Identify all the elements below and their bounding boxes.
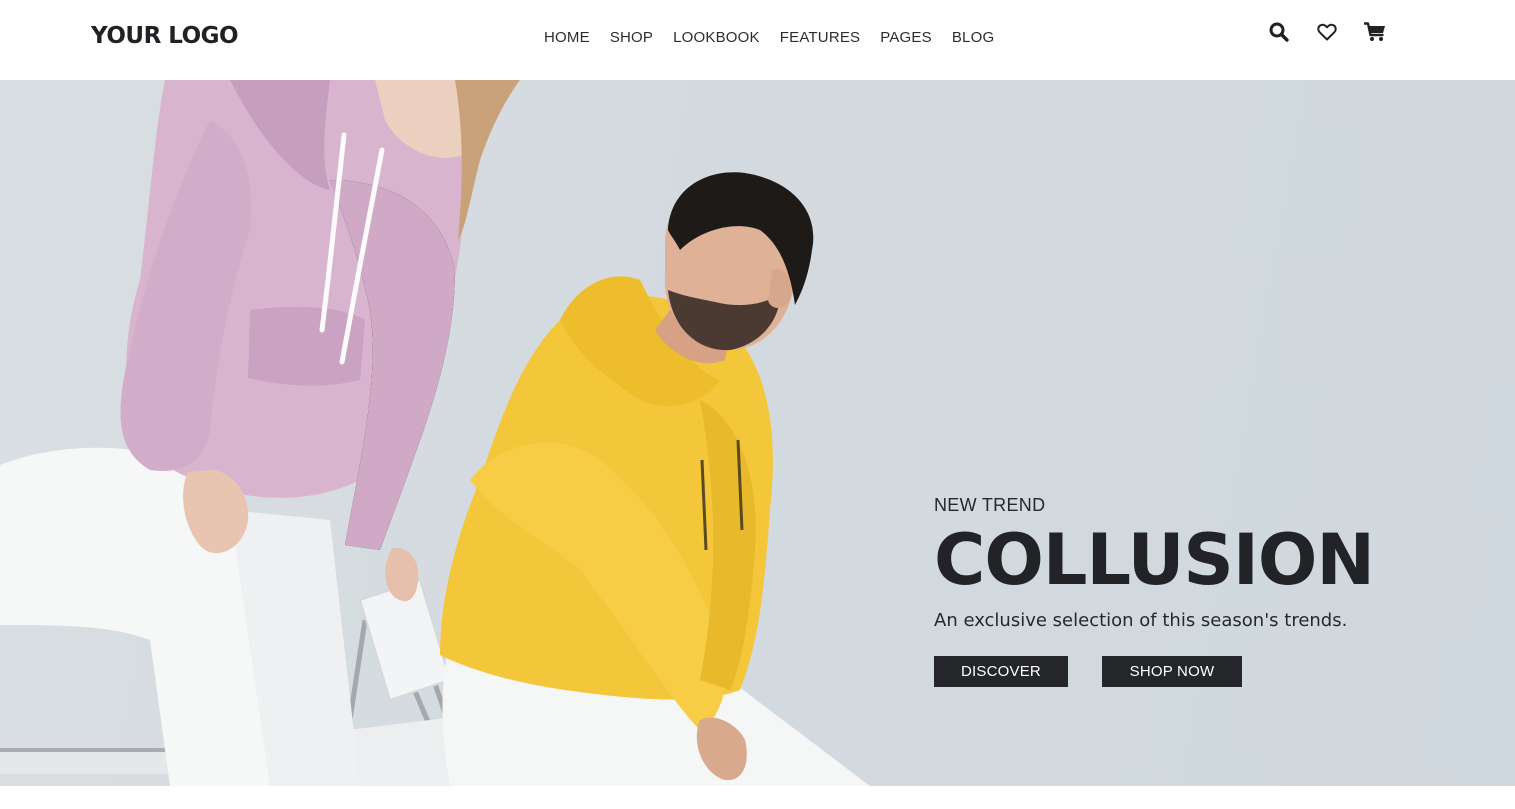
hero-copy: NEW TREND COLLUSION An exclusive selecti… — [934, 495, 1375, 687]
nav-features[interactable]: FEATURES — [780, 29, 861, 46]
hero-kicker: NEW TREND — [934, 495, 1046, 515]
shop-now-button[interactable]: SHOP NOW — [1102, 656, 1242, 687]
search-icon[interactable] — [1268, 21, 1290, 43]
hero-subline: An exclusive selection of this season's … — [934, 610, 1348, 631]
heart-icon[interactable] — [1316, 21, 1338, 43]
nav-blog[interactable]: BLOG — [952, 29, 994, 46]
hero-photo — [0, 80, 870, 786]
nav-lookbook[interactable]: LOOKBOOK — [673, 29, 760, 46]
man-figure — [440, 172, 870, 786]
hero-buttons: DISCOVER SHOP NOW — [934, 656, 1242, 687]
nav-pages[interactable]: PAGES — [880, 29, 932, 46]
header-icons — [1268, 21, 1386, 43]
cart-icon[interactable] — [1364, 21, 1386, 43]
main-nav: HOME SHOP LOOKBOOK FEATURES PAGES BLOG — [544, 29, 994, 46]
hero-banner: NEW TREND COLLUSION An exclusive selecti… — [0, 80, 1515, 786]
discover-button[interactable]: DISCOVER — [934, 656, 1068, 687]
site-logo[interactable]: YOUR LOGO — [91, 23, 239, 49]
nav-home[interactable]: HOME — [544, 29, 590, 46]
hero-headline: COLLUSION — [934, 519, 1375, 601]
nav-shop[interactable]: SHOP — [610, 29, 653, 46]
site-header: YOUR LOGO HOME SHOP LOOKBOOK FEATURES PA… — [0, 0, 1515, 80]
